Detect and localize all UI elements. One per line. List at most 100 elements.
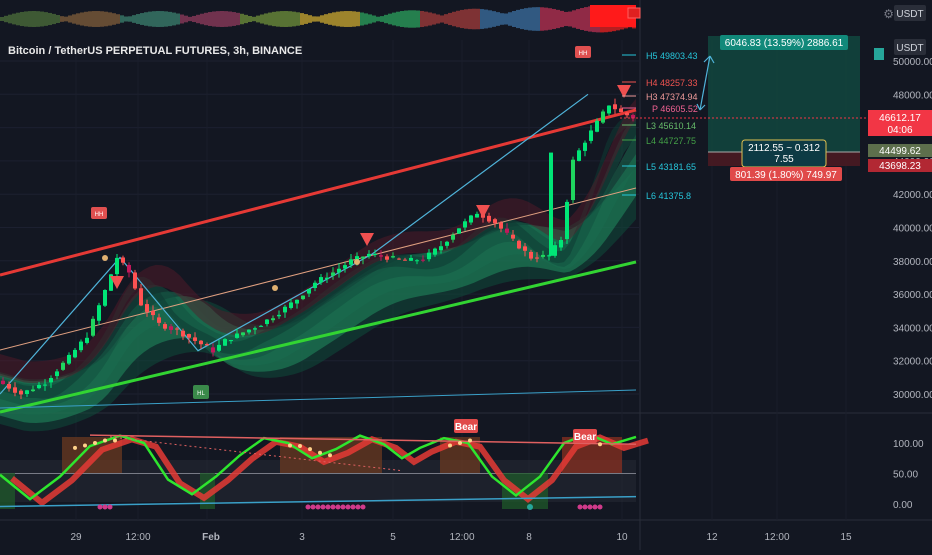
strip-bar	[120, 15, 124, 23]
candle-body	[139, 288, 143, 306]
candle-body	[505, 228, 509, 233]
osc-dot	[83, 443, 87, 448]
price-tick-label: 30000.00	[893, 390, 932, 401]
price-tick-label: 36000.00	[893, 290, 932, 301]
strip-bar	[152, 11, 156, 27]
strip-bar	[216, 11, 220, 27]
strip-bar	[292, 11, 296, 27]
candle-body	[553, 245, 557, 256]
strip-bar	[428, 12, 432, 26]
strip-bar	[212, 11, 216, 27]
strip-bar	[420, 10, 424, 28]
strip-bar	[224, 11, 228, 27]
candle-body	[349, 259, 353, 265]
candle-body	[439, 246, 443, 251]
candle-body	[205, 344, 209, 346]
strip-bar	[416, 10, 420, 28]
price-tick-label: 48000.00	[893, 90, 932, 101]
chart-svg: USDT⚙HHHHHLH5 49803.43H4 48257.33H3 4737…	[0, 0, 932, 550]
last-price-label: 46612.17	[879, 113, 921, 124]
strip-bar	[368, 14, 372, 24]
osc-dot	[288, 443, 292, 448]
time-tick-label: 12:00	[125, 532, 150, 543]
candle-body	[265, 319, 269, 325]
candle-body	[25, 390, 29, 394]
candle-body	[103, 290, 107, 306]
strip-bar	[528, 7, 532, 31]
chart-title: Bitcoin / TetherUS PERPETUAL FUTURES, 3h…	[8, 45, 302, 57]
strip-bar	[344, 11, 348, 27]
strip-bar	[92, 11, 96, 27]
candle-body	[313, 282, 317, 288]
strip-bar	[60, 16, 64, 22]
candle-body	[91, 318, 95, 336]
strip-bar	[328, 13, 332, 25]
candle-body	[331, 272, 335, 276]
strip-bar	[36, 11, 40, 27]
strip-bar	[12, 13, 16, 25]
strip-bar	[40, 11, 44, 27]
strip-bar	[48, 12, 52, 26]
strip-bar	[260, 14, 264, 24]
osc-bottom-dot	[582, 504, 588, 510]
candle-body	[493, 219, 497, 224]
strip-bar	[108, 12, 112, 26]
position-profit-zone	[708, 36, 860, 152]
strip-bar	[424, 11, 428, 27]
strip-bar	[316, 16, 320, 22]
strip-bar	[532, 7, 536, 31]
candle-body	[151, 310, 155, 316]
strip-bar	[220, 11, 224, 27]
pivot-label: L4 44727.75	[646, 136, 696, 146]
strip-bar	[88, 11, 92, 27]
candle-body	[595, 120, 599, 132]
strip-bar	[548, 8, 552, 30]
strip-bar	[468, 8, 472, 30]
candle-body	[223, 339, 227, 346]
strip-bar	[544, 7, 548, 31]
strip-bar	[280, 11, 284, 27]
candle-body	[37, 384, 41, 389]
candle-body	[625, 112, 629, 116]
osc-bottom-dot	[597, 504, 603, 510]
candle-body	[79, 341, 83, 351]
osc-bottom-dot	[310, 504, 316, 510]
strip-bar	[376, 16, 380, 22]
osc-bottom-dot	[315, 504, 321, 510]
osc-tick-label: 0.00	[893, 500, 913, 511]
strip-bar	[28, 11, 32, 27]
candle-body	[583, 142, 587, 151]
osc-dot	[448, 443, 452, 448]
candle-body	[373, 253, 377, 255]
strip-bar	[456, 10, 460, 28]
osc-dot	[298, 444, 302, 449]
osc-dot	[458, 441, 462, 445]
strip-bar	[572, 10, 576, 28]
candle-body	[115, 257, 119, 275]
candle-body	[181, 330, 185, 337]
price-tick-label: 38000.00	[893, 257, 932, 268]
candle-body	[409, 257, 413, 261]
candle-body	[457, 228, 461, 234]
candle-body	[475, 213, 479, 218]
candle-body	[427, 252, 431, 260]
strip-bar	[172, 12, 176, 26]
candle-body	[199, 340, 203, 345]
candle-body	[559, 239, 563, 248]
candle-body	[361, 256, 365, 259]
strip-bar	[96, 11, 100, 27]
trading-chart[interactable]: USDT ⚙ HH HH HL H5 49803.43 H4 48257.33 H3 4737…	[0, 0, 932, 550]
candle-body	[301, 295, 305, 300]
strip-bar	[448, 12, 452, 26]
strip-bar	[272, 11, 276, 27]
strip-bar	[284, 11, 288, 27]
candle-body	[175, 328, 179, 330]
strip-bar	[576, 9, 580, 29]
osc-dot	[308, 447, 312, 452]
candle-body	[277, 314, 281, 317]
candle-body	[193, 337, 197, 341]
price-tick-label: 50000.00	[893, 57, 932, 68]
strip-bar	[124, 16, 128, 22]
osc-tick-label: 50.00	[893, 470, 918, 481]
strip-bar	[180, 14, 184, 24]
